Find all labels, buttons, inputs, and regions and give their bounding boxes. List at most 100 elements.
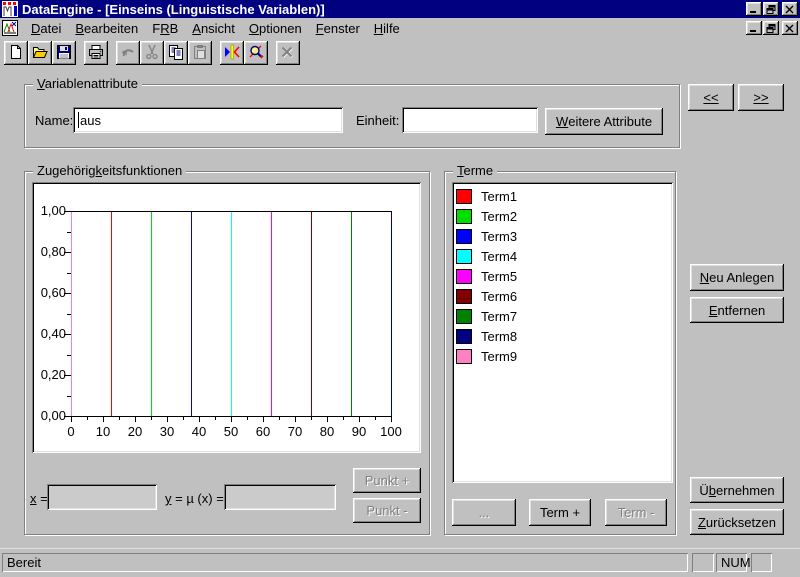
menu-bearbeiten[interactable]: Bearbeiten (68, 20, 145, 37)
toolbar-save-button[interactable] (52, 41, 76, 65)
x-axis-tick (263, 416, 264, 422)
term-plus-button[interactable]: Term + (529, 499, 591, 526)
text-caret (78, 112, 79, 128)
term-color-chip (456, 289, 472, 304)
term-list-item[interactable]: Term2 (456, 206, 673, 226)
term-list-item[interactable]: Term7 (456, 306, 673, 326)
y-axis-minor-tick (67, 314, 71, 315)
new-document-icon (8, 44, 24, 63)
x-axis-label: 20 (120, 425, 150, 439)
titlebar: DataEngine - [Einseins (Linguistische Va… (0, 0, 800, 18)
toolbar-cut-button (140, 41, 164, 65)
prev-variable-button[interactable]: << (688, 84, 734, 111)
zugehoerigkeitsfunktionen-legend: Zugehörigkeitsfunktionen (33, 164, 186, 178)
x-axis-label: 10 (88, 425, 118, 439)
toolbar-open-folder-button[interactable] (28, 41, 52, 65)
term-list-item[interactable]: Term8 (456, 326, 673, 346)
name-input[interactable]: aus (73, 107, 343, 133)
x-axis-minor-tick (215, 416, 216, 420)
y-axis-label: 0,60 (32, 286, 66, 300)
toolbar-separator (76, 53, 84, 54)
menu-frb[interactable]: FRB (145, 20, 185, 37)
variablenattribute-group: Variablenattribute Name: aus Einheit: We… (24, 84, 680, 148)
toolbar-zoom-membership-button[interactable] (244, 41, 268, 65)
y-axis-label: 1,00 (32, 204, 66, 218)
term-label: Term8 (481, 329, 517, 344)
restore-button[interactable] (763, 2, 779, 16)
menu-ansicht[interactable]: Ansicht (185, 20, 242, 37)
toolbar-separator (268, 53, 276, 54)
term-label: Term4 (481, 249, 517, 264)
toolbar-new-document-button[interactable] (4, 41, 28, 65)
term-list-item[interactable]: Term1 (456, 186, 673, 206)
toolbar-paste-button (188, 41, 212, 65)
y-axis-label: 0,40 (32, 327, 66, 341)
x-axis-tick (103, 416, 104, 422)
window-title: DataEngine - [Einseins (Linguistische Va… (22, 2, 325, 17)
menu-hilfe[interactable]: Hilfe (367, 20, 407, 37)
x-axis-tick (135, 416, 136, 422)
next-variable-button[interactable]: >> (738, 84, 784, 111)
term-list-item[interactable]: Term3 (456, 226, 673, 246)
toolbar-separator (212, 53, 220, 54)
child-window-icon[interactable] (2, 20, 18, 36)
x-axis-minor-tick (247, 416, 248, 420)
x-axis-tick (327, 416, 328, 422)
x-axis-label: 60 (248, 425, 278, 439)
minimize-button[interactable] (746, 2, 762, 16)
einheit-input[interactable] (402, 107, 538, 133)
membership-line-term9 (71, 211, 72, 417)
term-minus-button: Term - (605, 499, 667, 526)
punkt-minus-button: Punkt - (353, 498, 421, 523)
weitere-attribute-button[interactable]: Weitere Attribute (545, 108, 663, 135)
minimize-button[interactable] (746, 21, 762, 35)
menu-fenster[interactable]: Fenster (309, 20, 367, 37)
zugehoerigkeitsfunktionen-group: Zugehörigkeitsfunktionen 1,000,800,600,4… (24, 171, 430, 535)
undo-icon (120, 44, 136, 63)
menu-datei[interactable]: Datei (24, 20, 68, 37)
x-equals-label: x = (30, 491, 48, 506)
term-list-item[interactable]: Term6 (456, 286, 673, 306)
toolbar-copy-button[interactable] (164, 41, 188, 65)
child-window-controls (745, 21, 798, 35)
entfernen-button[interactable]: Entfernen (690, 297, 784, 323)
membership-line-term2 (151, 211, 152, 417)
close-button[interactable] (782, 21, 798, 35)
term-label: Term2 (481, 209, 517, 224)
term-list-item[interactable]: Term4 (456, 246, 673, 266)
x-axis-minor-tick (311, 416, 312, 420)
y-axis-label: 0,20 (32, 368, 66, 382)
term-label: Term7 (481, 309, 517, 324)
toolbar-fit-membership-button[interactable] (220, 41, 244, 65)
menu-optionen[interactable]: Optionen (242, 20, 309, 37)
x-axis-tick (391, 416, 392, 422)
x-axis-tick (231, 416, 232, 422)
uebernehmen-button[interactable]: Übernehmen (690, 477, 784, 503)
x-axis-label: 40 (184, 425, 214, 439)
terme-legend: Terme (453, 164, 497, 178)
y-value-input (224, 484, 336, 510)
y-axis-minor-tick (67, 232, 71, 233)
close-button[interactable] (782, 2, 798, 16)
chart-canvas[interactable]: 1,000,800,600,400,200,000102030405060708… (32, 182, 421, 453)
term-list-item[interactable]: Term5 (456, 266, 673, 286)
status-panel-caps (692, 553, 714, 572)
x-axis-label: 100 (376, 425, 406, 439)
terme-listbox[interactable]: Term1 Term2 Term3 Term4 Term5Term6 Term7 Term8… (452, 182, 673, 483)
membership-line-term5 (271, 211, 272, 417)
x-axis-label: 90 (344, 425, 374, 439)
zuruecksetzen-button[interactable]: Zurücksetzen (690, 509, 784, 535)
toolbar-delete-button (276, 41, 300, 65)
y-axis-minor-tick (67, 273, 71, 274)
toolbar-print-button[interactable] (84, 41, 108, 65)
x-axis-label: 30 (152, 425, 182, 439)
app-icon (2, 1, 18, 17)
status-panel-num: NUM (716, 553, 747, 572)
neu-anlegen-button[interactable]: Neu Anlegen (690, 264, 784, 291)
term-color-chip (456, 189, 472, 204)
copy-icon (168, 44, 184, 63)
restore-button[interactable] (763, 21, 779, 35)
status-panel-scrl (751, 553, 772, 572)
membership-line-term3 (191, 211, 192, 417)
term-list-item[interactable]: Term9 (456, 346, 673, 366)
